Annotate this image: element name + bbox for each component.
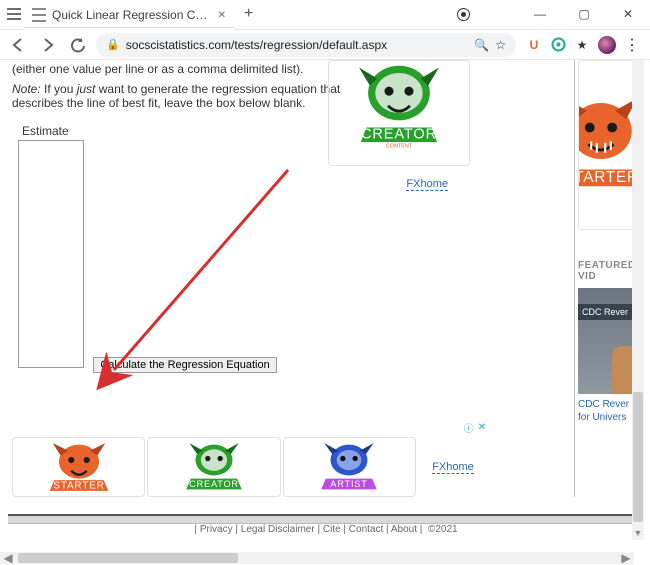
extensions-area: U ★ ⋮: [526, 36, 640, 54]
horizontal-scroll-thumb[interactable]: [18, 553, 238, 563]
scroll-down-icon[interactable]: ▼: [632, 528, 644, 538]
artist-mascot-icon: ARTIST: [299, 440, 399, 494]
creator-banner-small-text: CREATOR: [189, 479, 239, 489]
starter-mascot-icon: STARTER: [29, 440, 129, 494]
nav-forward-button[interactable]: [36, 33, 60, 57]
extensions-puzzle-icon[interactable]: ★: [574, 37, 590, 53]
ad-row-bottom: STARTER CREATOR: [12, 437, 488, 497]
browser-menu-icon[interactable]: ⋮: [624, 37, 640, 53]
ad-cell-starter[interactable]: STARTER: [12, 437, 145, 497]
window-close-button[interactable]: ✕: [606, 0, 650, 28]
browser-toolbar: 🔒 socscistatistics.com/tests/regression/…: [0, 30, 650, 60]
ad-info-controls: ⓘ ✕: [464, 420, 486, 435]
creator-banner-text: CREATOR: [361, 126, 437, 142]
browser-titlebar: Quick Linear Regression Calculat ✕ + — ▢…: [0, 0, 650, 30]
starter-banner-text: STARTER: [53, 481, 104, 492]
app-menu-icon[interactable]: [0, 0, 22, 28]
footer-copyright: ©2021: [428, 524, 458, 535]
vertical-scroll-thumb[interactable]: [633, 392, 643, 522]
note-label: Note:: [12, 82, 41, 96]
content-divider: [574, 60, 575, 497]
new-tab-button[interactable]: +: [244, 6, 253, 22]
footer-link-contact[interactable]: Contact: [349, 524, 383, 535]
artist-banner-text: ARTIST: [331, 479, 368, 489]
recording-indicator-icon: [457, 8, 470, 21]
profile-avatar[interactable]: [598, 36, 616, 54]
estimate-input[interactable]: [18, 140, 84, 368]
footer-link-privacy[interactable]: Privacy: [200, 524, 233, 535]
sep: |: [315, 524, 323, 535]
lock-icon: 🔒: [106, 38, 120, 51]
sep: |: [417, 524, 425, 535]
scroll-right-icon[interactable]: ▶: [618, 552, 634, 564]
browser-tab-active[interactable]: Quick Linear Regression Calculat ✕: [24, 2, 234, 30]
window-maximize-button[interactable]: ▢: [562, 0, 606, 28]
address-bar[interactable]: 🔒 socscistatistics.com/tests/regression/…: [96, 33, 516, 57]
ad-row-link: FXhome: [418, 437, 488, 497]
creator-mascot-icon: CREATOR CONTENT: [339, 60, 459, 153]
estimate-label: Estimate: [22, 124, 566, 138]
main-content: (either one value per line or as a comma…: [10, 60, 566, 497]
vertical-scrollbar[interactable]: ▼: [632, 60, 644, 540]
page-body: (either one value per line or as a comma…: [8, 60, 644, 552]
page-viewport: (either one value per line or as a comma…: [0, 60, 650, 552]
tab-close-icon[interactable]: ✕: [218, 10, 226, 21]
footer-link-cite[interactable]: Cite: [323, 524, 341, 535]
fxhome-link-bottom[interactable]: FXhome: [432, 461, 474, 474]
footer-link-legal[interactable]: Legal Disclaimer: [241, 524, 315, 535]
nav-reload-button[interactable]: [66, 33, 90, 57]
window-controls: — ▢ ✕: [518, 0, 650, 28]
nav-back-button[interactable]: [6, 33, 30, 57]
sep: |: [233, 524, 241, 535]
tab-title: Quick Linear Regression Calculat: [52, 8, 212, 22]
fxhome-link-top[interactable]: FXhome: [406, 178, 448, 191]
bookmark-star-icon[interactable]: ☆: [495, 38, 506, 52]
note-text: Note: If you just want to generate the r…: [10, 76, 380, 110]
footer-link-about[interactable]: About: [391, 524, 417, 535]
calculate-regression-button[interactable]: Calculate the Regression Equation: [93, 357, 276, 373]
creator-sub-text: CONTENT: [386, 144, 413, 150]
ad-cell-creator[interactable]: CREATOR: [147, 437, 280, 497]
tab-favicon-icon: [32, 8, 46, 22]
page-footer: | Privacy | Legal Disclaimer | Cite | Co…: [8, 524, 644, 540]
ad-info-icon[interactable]: ⓘ: [464, 420, 474, 435]
footer-separator: [8, 514, 644, 524]
ad-cell-artist[interactable]: ARTIST: [283, 437, 416, 497]
url-text: socscistatistics.com/tests/regression/de…: [126, 38, 387, 52]
sep: |: [383, 524, 391, 535]
note-em: just: [77, 82, 96, 96]
ad-close-icon[interactable]: ✕: [478, 422, 486, 433]
window-minimize-button[interactable]: —: [518, 0, 562, 28]
zoom-icon[interactable]: 🔍: [474, 38, 489, 52]
horizontal-scrollbar[interactable]: ◀ ▶: [0, 552, 634, 564]
creator-mascot-small-icon: CREATOR: [164, 440, 264, 494]
sep: |: [341, 524, 349, 535]
extension-circle-icon[interactable]: [550, 37, 566, 53]
scroll-left-icon[interactable]: ◀: [0, 552, 16, 564]
ad-card-top[interactable]: CREATOR CONTENT: [328, 60, 470, 166]
note-part1: If you: [41, 82, 77, 96]
starter-banner-large-text: STARTER: [578, 169, 639, 186]
intro-text-trail: (either one value per line or as a comma…: [10, 60, 380, 76]
extension-u-icon[interactable]: U: [526, 37, 542, 53]
